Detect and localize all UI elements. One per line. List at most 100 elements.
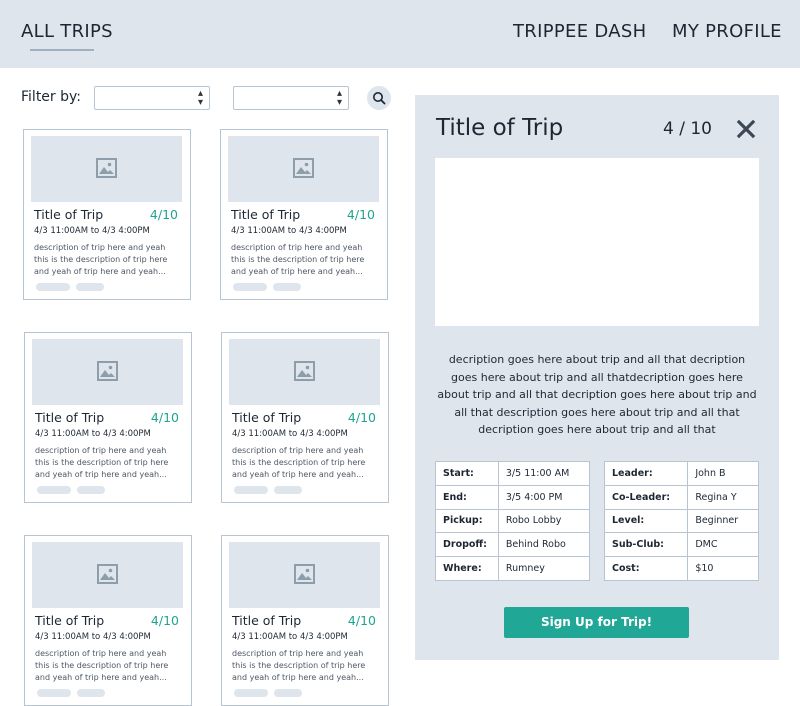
trip-card-count: 4/10 — [149, 207, 178, 222]
image-placeholder-icon — [97, 564, 118, 584]
trip-card-date: 4/3 11:00AM to 4/3 4:00PM — [232, 632, 348, 642]
trip-card-title: Title of Trip — [35, 410, 105, 425]
info-value: Rumney — [497, 556, 591, 581]
tag-pill — [233, 283, 267, 291]
image-placeholder-icon — [293, 158, 314, 178]
trip-card-title: Title of Trip — [35, 613, 105, 628]
info-row: Level: Beginner — [603, 508, 759, 534]
trip-card-description: description of trip here and yeah this i… — [34, 243, 168, 276]
info-key: Pickup: — [435, 508, 499, 534]
info-value: Regina Y — [687, 484, 759, 510]
tag-pill — [76, 283, 104, 291]
trip-card-title: Title of Trip — [34, 207, 104, 222]
trip-thumbnail — [229, 339, 380, 405]
select-arrows-icon: ▴ ▾ — [197, 88, 203, 108]
trip-card-description: description of trip here and yeah this i… — [35, 446, 169, 479]
info-row: Sub-Club: DMC — [603, 532, 759, 558]
trip-card-description: description of trip here and yeah this i… — [232, 446, 366, 479]
trip-card-title: Title of Trip — [232, 410, 302, 425]
tag-pill — [273, 283, 301, 291]
select-arrows-icon: ▴ ▾ — [336, 88, 342, 108]
detail-description: decription goes here about trip and all … — [437, 353, 757, 436]
info-key: End: — [435, 484, 499, 510]
info-key: Sub-Club: — [603, 532, 689, 558]
tag-pill — [36, 283, 70, 291]
trip-thumbnail — [31, 136, 182, 202]
trip-card[interactable]: Title of Trip 4/10 4/3 11:00AM to 4/3 4:00… — [24, 535, 192, 706]
trip-thumbnail — [32, 542, 183, 608]
detail-title: Title of Trip — [436, 115, 564, 141]
trip-card-date: 4/3 11:00AM to 4/3 4:00PM — [35, 632, 151, 642]
trip-thumbnail — [32, 339, 183, 405]
info-value: 3/5 11:00 AM — [497, 461, 591, 486]
info-value: $10 — [687, 556, 759, 581]
info-value: Behind Robo — [497, 532, 591, 558]
trip-thumbnail — [228, 136, 379, 202]
info-row: Start: 3/5 11:00 AM — [435, 461, 591, 486]
trip-card-count: 4/10 — [347, 410, 376, 425]
tag-pill — [77, 689, 105, 697]
info-key: Co-Leader: — [603, 484, 689, 510]
search-button[interactable] — [367, 86, 391, 110]
close-button[interactable] — [736, 119, 756, 139]
info-key: Cost: — [603, 556, 689, 581]
info-row: Pickup: Robo Lobby — [435, 508, 591, 534]
info-value: John B — [687, 461, 759, 486]
trip-card-title: Title of Trip — [232, 613, 302, 628]
trip-card-date: 4/3 11:00AM to 4/3 4:00PM — [35, 429, 151, 439]
trip-card[interactable]: Title of Trip 4/10 4/3 11:00AM to 4/3 4:00… — [23, 129, 191, 300]
tag-pill — [37, 689, 71, 697]
image-placeholder-icon — [294, 564, 315, 584]
info-value: DMC — [687, 532, 759, 558]
trip-card[interactable]: Title of Trip 4/10 4/3 11:00AM to 4/3 4:00… — [221, 332, 389, 503]
trip-card-date: 4/3 11:00AM to 4/3 4:00PM — [231, 226, 347, 236]
top-nav-bar: ALL TRIPS TRIPPEE DASH MY PROFILE — [0, 0, 800, 68]
filter-select-1[interactable]: ▴ ▾ — [94, 86, 210, 110]
trip-card-count: 4/10 — [347, 613, 376, 628]
trip-detail-panel: Title of Trip 4 / 10 decription goes her… — [415, 95, 779, 660]
trip-card-count: 4/10 — [346, 207, 375, 222]
trip-card[interactable]: Title of Trip 4/10 4/3 11:00AM to 4/3 4:00… — [24, 332, 192, 503]
info-row: Where: Rumney — [435, 556, 591, 581]
trip-card[interactable]: Title of Trip 4/10 4/3 11:00AM to 4/3 4:00… — [221, 535, 389, 706]
trip-card-date: 4/3 11:00AM to 4/3 4:00PM — [34, 226, 150, 236]
nav-trippee-dash[interactable]: TRIPPEE DASH — [513, 21, 646, 42]
tag-pill — [37, 486, 71, 494]
search-icon — [373, 92, 386, 105]
tag-pill — [274, 486, 302, 494]
filter-label: Filter by: — [21, 89, 81, 105]
trip-card-date: 4/3 11:00AM to 4/3 4:00PM — [232, 429, 348, 439]
trip-people-table: Leader: John B Co-Leader: Regina Y Level: Beg… — [603, 461, 759, 581]
detail-count: 4 / 10 — [663, 119, 712, 139]
info-row: End: 3/5 4:00 PM — [435, 484, 591, 510]
info-value: 3/5 4:00 PM — [497, 484, 591, 510]
filter-select-2[interactable]: ▴ ▾ — [233, 86, 349, 110]
info-row: Dropoff: Behind Robo — [435, 532, 591, 558]
info-key: Level: — [603, 508, 689, 534]
trip-card-description: description of trip here and yeah this i… — [35, 649, 169, 682]
sign-up-button[interactable]: Sign Up for Trip! — [504, 607, 689, 638]
image-placeholder-icon — [294, 361, 315, 381]
info-key: Leader: — [603, 461, 689, 486]
trip-card-description: description of trip here and yeah this i… — [232, 649, 366, 682]
info-key: Start: — [435, 461, 499, 486]
trip-card-title: Title of Trip — [231, 207, 301, 222]
info-row: Co-Leader: Regina Y — [603, 484, 759, 510]
trip-card-count: 4/10 — [150, 613, 179, 628]
tag-pill — [77, 486, 105, 494]
trip-times-table: Start: 3/5 11:00 AM End: 3/5 4:00 PM Pickup:… — [435, 461, 591, 581]
info-key: Where: — [435, 556, 499, 581]
trip-thumbnail — [229, 542, 380, 608]
info-value: Robo Lobby — [497, 508, 591, 534]
trip-card-description: description of trip here and yeah this i… — [231, 243, 365, 276]
image-placeholder-icon — [96, 158, 117, 178]
nav-all-trips[interactable]: ALL TRIPS — [21, 21, 113, 42]
tag-pill — [274, 689, 302, 697]
nav-active-underline — [30, 49, 94, 51]
trip-card-count: 4/10 — [150, 410, 179, 425]
trip-card[interactable]: Title of Trip 4/10 4/3 11:00AM to 4/3 4:00… — [220, 129, 388, 300]
info-value: Beginner — [687, 508, 759, 534]
tag-pill — [234, 689, 268, 697]
info-key: Dropoff: — [435, 532, 499, 558]
nav-my-profile[interactable]: MY PROFILE — [672, 21, 782, 42]
